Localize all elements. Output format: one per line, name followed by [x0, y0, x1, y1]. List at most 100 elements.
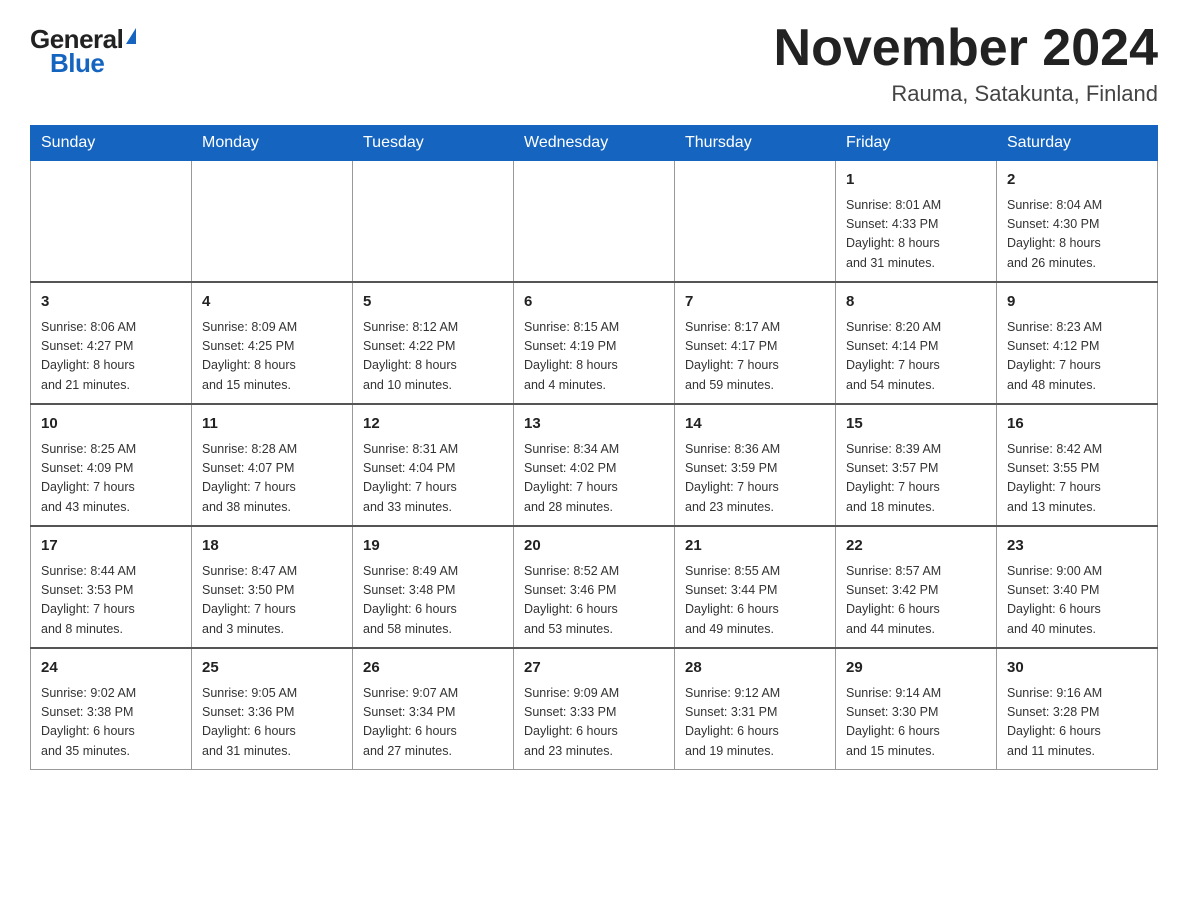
day-info: Sunrise: 9:09 AM Sunset: 3:33 PM Dayligh…	[524, 684, 664, 762]
calendar-day-cell: 20 Sunrise: 8:52 AM Sunset: 3:46 PM Dayli…	[514, 526, 675, 648]
day-info: Sunrise: 9:00 AM Sunset: 3:40 PM Dayligh…	[1007, 562, 1147, 640]
day-info: Sunrise: 8:52 AM Sunset: 3:46 PM Dayligh…	[524, 562, 664, 640]
calendar-day-cell: 28 Sunrise: 9:12 AM Sunset: 3:31 PM Dayli…	[675, 648, 836, 770]
calendar-day-cell: 7 Sunrise: 8:17 AM Sunset: 4:17 PM Daylig…	[675, 282, 836, 404]
day-info: Sunrise: 8:47 AM Sunset: 3:50 PM Dayligh…	[202, 562, 342, 640]
calendar-day-cell: 30Sunrise: 9:16 AM Sunset: 3:28 PM Dayli…	[997, 648, 1158, 770]
day-number: 8	[846, 291, 986, 314]
day-number: 18	[202, 535, 342, 558]
calendar-day-cell: 23 Sunrise: 9:00 AM Sunset: 3:40 PM Dayli…	[997, 526, 1158, 648]
day-number: 11	[202, 413, 342, 436]
day-number: 5	[363, 291, 503, 314]
day-number: 28	[685, 657, 825, 680]
page-header: General Blue November 2024 Rauma, Sataku…	[30, 20, 1158, 107]
calendar-table: SundayMondayTuesdayWednesdayThursdayFrid…	[30, 125, 1158, 770]
day-number: 6	[524, 291, 664, 314]
calendar-day-cell: 10 Sunrise: 8:25 AM Sunset: 4:09 PM Dayli…	[31, 404, 192, 526]
day-number: 22	[846, 535, 986, 558]
calendar-week-row: 24Sunrise: 9:02 AM Sunset: 3:38 PM Dayli…	[31, 648, 1158, 770]
day-number: 20	[524, 535, 664, 558]
calendar-header-wednesday: Wednesday	[514, 126, 675, 161]
calendar-header-friday: Friday	[836, 126, 997, 161]
calendar-week-row: 10 Sunrise: 8:25 AM Sunset: 4:09 PM Dayli…	[31, 404, 1158, 526]
logo: General Blue	[30, 20, 136, 76]
day-info: Sunrise: 8:04 AM Sunset: 4:30 PM Dayligh…	[1007, 196, 1147, 274]
day-number: 13	[524, 413, 664, 436]
calendar-header-row: SundayMondayTuesdayWednesdayThursdayFrid…	[31, 126, 1158, 161]
title-block: November 2024 Rauma, Satakunta, Finland	[774, 20, 1158, 107]
calendar-day-cell	[192, 161, 353, 283]
day-info: Sunrise: 8:55 AM Sunset: 3:44 PM Dayligh…	[685, 562, 825, 640]
calendar-day-cell: 3Sunrise: 8:06 AM Sunset: 4:27 PM Daylig…	[31, 282, 192, 404]
calendar-header-thursday: Thursday	[675, 126, 836, 161]
day-number: 9	[1007, 291, 1147, 314]
day-info: Sunrise: 8:28 AM Sunset: 4:07 PM Dayligh…	[202, 440, 342, 518]
day-info: Sunrise: 8:31 AM Sunset: 4:04 PM Dayligh…	[363, 440, 503, 518]
calendar-week-row: 1 Sunrise: 8:01 AM Sunset: 4:33 PM Daylig…	[31, 161, 1158, 283]
calendar-day-cell: 1 Sunrise: 8:01 AM Sunset: 4:33 PM Daylig…	[836, 161, 997, 283]
day-number: 15	[846, 413, 986, 436]
day-number: 19	[363, 535, 503, 558]
day-number: 4	[202, 291, 342, 314]
logo-triangle-icon	[126, 28, 136, 44]
calendar-day-cell: 26 Sunrise: 9:07 AM Sunset: 3:34 PM Dayli…	[353, 648, 514, 770]
day-info: Sunrise: 8:34 AM Sunset: 4:02 PM Dayligh…	[524, 440, 664, 518]
day-info: Sunrise: 9:05 AM Sunset: 3:36 PM Dayligh…	[202, 684, 342, 762]
day-info: Sunrise: 9:12 AM Sunset: 3:31 PM Dayligh…	[685, 684, 825, 762]
calendar-day-cell	[514, 161, 675, 283]
month-title: November 2024	[774, 20, 1158, 77]
calendar-day-cell: 21 Sunrise: 8:55 AM Sunset: 3:44 PM Dayli…	[675, 526, 836, 648]
calendar-day-cell: 19Sunrise: 8:49 AM Sunset: 3:48 PM Dayli…	[353, 526, 514, 648]
logo-blue-text: Blue	[30, 50, 104, 76]
day-info: Sunrise: 8:15 AM Sunset: 4:19 PM Dayligh…	[524, 318, 664, 396]
calendar-day-cell: 4 Sunrise: 8:09 AM Sunset: 4:25 PM Daylig…	[192, 282, 353, 404]
day-info: Sunrise: 8:23 AM Sunset: 4:12 PM Dayligh…	[1007, 318, 1147, 396]
calendar-day-cell: 22 Sunrise: 8:57 AM Sunset: 3:42 PM Dayli…	[836, 526, 997, 648]
calendar-day-cell: 12 Sunrise: 8:31 AM Sunset: 4:04 PM Dayli…	[353, 404, 514, 526]
calendar-header-monday: Monday	[192, 126, 353, 161]
calendar-day-cell: 11 Sunrise: 8:28 AM Sunset: 4:07 PM Dayli…	[192, 404, 353, 526]
calendar-day-cell: 16Sunrise: 8:42 AM Sunset: 3:55 PM Dayli…	[997, 404, 1158, 526]
day-number: 12	[363, 413, 503, 436]
day-info: Sunrise: 9:07 AM Sunset: 3:34 PM Dayligh…	[363, 684, 503, 762]
calendar-day-cell: 24Sunrise: 9:02 AM Sunset: 3:38 PM Dayli…	[31, 648, 192, 770]
calendar-day-cell	[353, 161, 514, 283]
calendar-week-row: 17Sunrise: 8:44 AM Sunset: 3:53 PM Dayli…	[31, 526, 1158, 648]
day-number: 23	[1007, 535, 1147, 558]
day-number: 2	[1007, 169, 1147, 192]
day-info: Sunrise: 9:02 AM Sunset: 3:38 PM Dayligh…	[41, 684, 181, 762]
calendar-day-cell: 6 Sunrise: 8:15 AM Sunset: 4:19 PM Daylig…	[514, 282, 675, 404]
day-number: 29	[846, 657, 986, 680]
calendar-day-cell: 29Sunrise: 9:14 AM Sunset: 3:30 PM Dayli…	[836, 648, 997, 770]
day-number: 1	[846, 169, 986, 192]
day-info: Sunrise: 8:12 AM Sunset: 4:22 PM Dayligh…	[363, 318, 503, 396]
day-number: 16	[1007, 413, 1147, 436]
calendar-day-cell: 8 Sunrise: 8:20 AM Sunset: 4:14 PM Daylig…	[836, 282, 997, 404]
calendar-day-cell	[31, 161, 192, 283]
day-info: Sunrise: 8:09 AM Sunset: 4:25 PM Dayligh…	[202, 318, 342, 396]
day-number: 7	[685, 291, 825, 314]
day-number: 21	[685, 535, 825, 558]
calendar-header-saturday: Saturday	[997, 126, 1158, 161]
day-info: Sunrise: 8:17 AM Sunset: 4:17 PM Dayligh…	[685, 318, 825, 396]
calendar-day-cell: 5 Sunrise: 8:12 AM Sunset: 4:22 PM Daylig…	[353, 282, 514, 404]
day-info: Sunrise: 8:20 AM Sunset: 4:14 PM Dayligh…	[846, 318, 986, 396]
calendar-day-cell: 17Sunrise: 8:44 AM Sunset: 3:53 PM Dayli…	[31, 526, 192, 648]
calendar-day-cell: 2 Sunrise: 8:04 AM Sunset: 4:30 PM Daylig…	[997, 161, 1158, 283]
calendar-week-row: 3Sunrise: 8:06 AM Sunset: 4:27 PM Daylig…	[31, 282, 1158, 404]
day-number: 10	[41, 413, 181, 436]
day-number: 27	[524, 657, 664, 680]
day-info: Sunrise: 8:57 AM Sunset: 3:42 PM Dayligh…	[846, 562, 986, 640]
calendar-day-cell: 27 Sunrise: 9:09 AM Sunset: 3:33 PM Dayli…	[514, 648, 675, 770]
calendar-day-cell: 18 Sunrise: 8:47 AM Sunset: 3:50 PM Dayli…	[192, 526, 353, 648]
calendar-header-tuesday: Tuesday	[353, 126, 514, 161]
day-number: 17	[41, 535, 181, 558]
day-info: Sunrise: 8:01 AM Sunset: 4:33 PM Dayligh…	[846, 196, 986, 274]
calendar-day-cell: 14 Sunrise: 8:36 AM Sunset: 3:59 PM Dayli…	[675, 404, 836, 526]
day-number: 26	[363, 657, 503, 680]
day-info: Sunrise: 8:06 AM Sunset: 4:27 PM Dayligh…	[41, 318, 181, 396]
day-number: 14	[685, 413, 825, 436]
calendar-day-cell: 9 Sunrise: 8:23 AM Sunset: 4:12 PM Daylig…	[997, 282, 1158, 404]
day-info: Sunrise: 8:25 AM Sunset: 4:09 PM Dayligh…	[41, 440, 181, 518]
day-info: Sunrise: 8:36 AM Sunset: 3:59 PM Dayligh…	[685, 440, 825, 518]
